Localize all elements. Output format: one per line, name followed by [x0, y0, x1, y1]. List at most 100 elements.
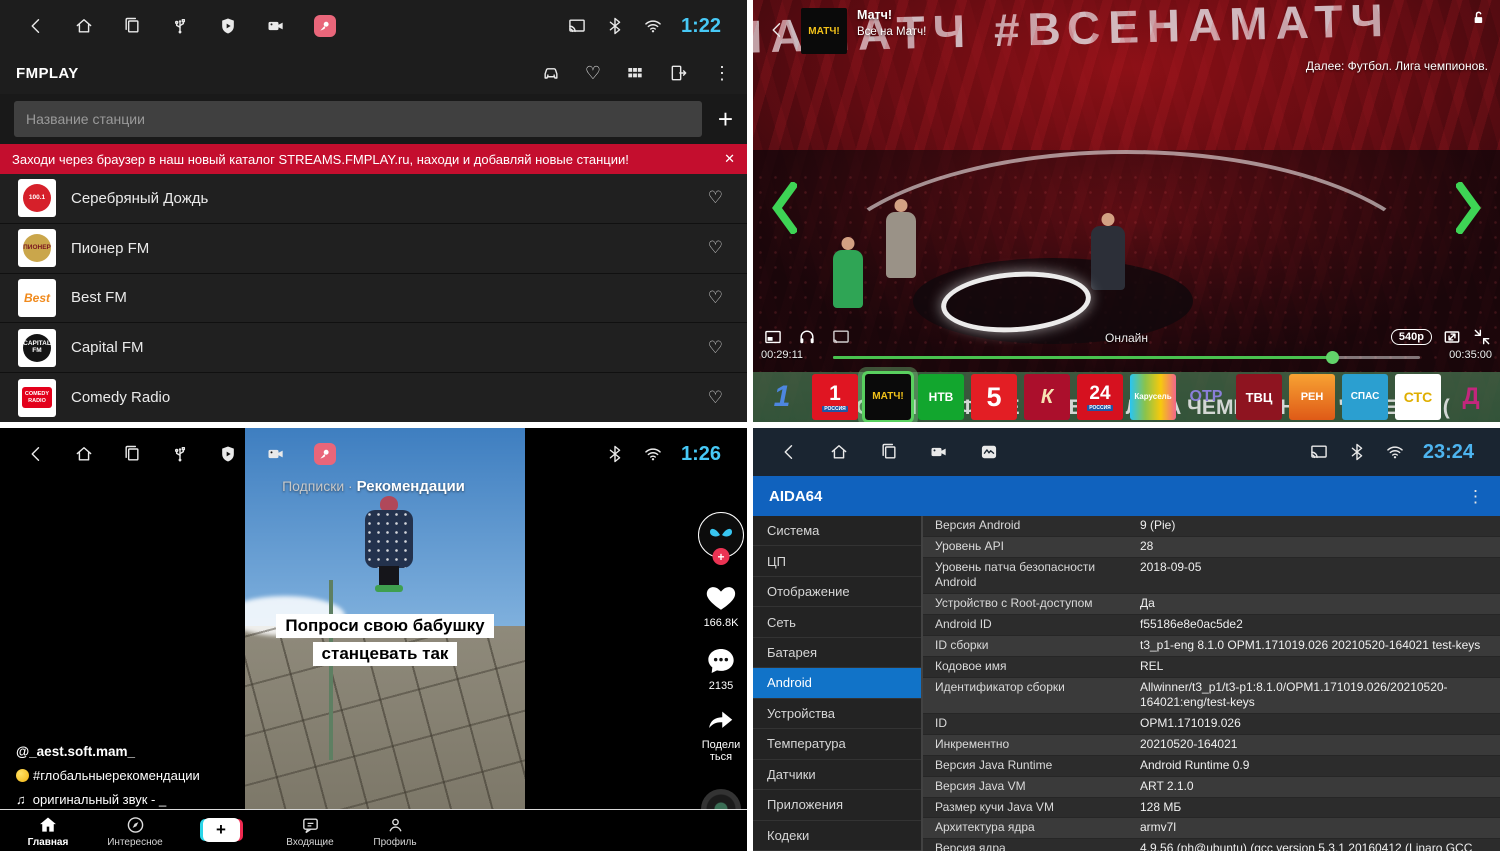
row-label: ID сборки — [935, 638, 1140, 654]
overflow-menu-icon[interactable]: ⋮ — [713, 64, 731, 82]
sidebar-item[interactable]: Сеть — [753, 607, 921, 637]
tab-following[interactable]: Подписки — [282, 478, 344, 494]
hashtag[interactable]: #глобальныерекомендации — [33, 768, 200, 783]
sidebar-item[interactable]: Датчики — [753, 760, 921, 790]
table-row[interactable]: Уровень API 28 — [923, 537, 1500, 558]
channel-tile[interactable]: РЕН — [1289, 374, 1335, 420]
aspect-ratio-icon[interactable] — [1442, 327, 1462, 347]
car-mode-icon[interactable] — [541, 63, 561, 83]
recents-icon[interactable] — [879, 442, 899, 462]
sidebar-item[interactable]: Температура — [753, 729, 921, 759]
table-row[interactable]: Версия Java VM ART 2.1.0 — [923, 777, 1500, 798]
comment-icon[interactable] — [704, 645, 738, 677]
recents-icon[interactable] — [122, 16, 142, 36]
channel-tile[interactable]: 5 — [971, 374, 1017, 420]
station-search-input[interactable]: Название станции — [14, 101, 702, 137]
nav-home[interactable]: Главная — [10, 815, 86, 848]
exit-icon[interactable] — [669, 63, 689, 83]
sidebar-item[interactable]: Отображение — [753, 577, 921, 607]
collapse-icon[interactable] — [1472, 327, 1492, 347]
sidebar-item[interactable]: Устройства — [753, 699, 921, 729]
table-row[interactable]: Уровень патча безопасности Android 2018-… — [923, 558, 1500, 595]
home-icon[interactable] — [829, 442, 849, 462]
table-row[interactable]: Версия Java Runtime Android Runtime 0.9 — [923, 756, 1500, 777]
seek-knob[interactable] — [1326, 351, 1339, 364]
sidebar-item[interactable]: Батарея — [753, 638, 921, 668]
channel-tile[interactable]: МАТЧ! — [865, 374, 911, 420]
table-row[interactable]: Идентификатор сборки Allwinner/t3_p1/t3-… — [923, 678, 1500, 715]
favorite-heart-icon[interactable]: ♡ — [708, 388, 723, 408]
channel-tile[interactable]: СТС — [1395, 374, 1441, 420]
sidebar-item[interactable]: Система — [753, 516, 921, 546]
screenshot-grid: 1:22 FMPLAY ♡ ⋮ Название станции + Заход… — [0, 0, 1500, 851]
back-icon[interactable] — [779, 442, 799, 462]
sidebar-item[interactable]: Кодеки — [753, 821, 921, 851]
unlock-icon[interactable] — [1468, 8, 1488, 28]
like-icon[interactable] — [703, 580, 739, 614]
channel-tile[interactable]: 24 РОССИЯ — [1077, 374, 1123, 420]
seek-bar[interactable] — [833, 356, 1420, 359]
grid-view-icon[interactable] — [625, 63, 645, 83]
favorite-heart-icon[interactable]: ♡ — [708, 338, 723, 358]
statusbar: 23:24 — [753, 428, 1500, 476]
caption-block: @_aest.soft.mam_ #глобальныерекомендации… — [16, 744, 200, 807]
table-row[interactable]: Размер кучи Java VM 128 МБ — [923, 798, 1500, 819]
station-row[interactable]: COMEDY RADIO Comedy Radio ♡ — [0, 373, 747, 422]
channel-tile[interactable]: Д — [1448, 374, 1494, 420]
table-row[interactable]: Версия Android 9 (Pie) — [923, 516, 1500, 537]
channel-tile[interactable]: 1 РОССИЯ — [812, 374, 858, 420]
sidebar-item[interactable]: ЦП — [753, 546, 921, 576]
station-row[interactable]: 100.1 Серебряный Дождь ♡ — [0, 174, 747, 223]
nav-discover[interactable]: Интересное — [97, 815, 173, 848]
channel-tile[interactable]: СПАС — [1342, 374, 1388, 420]
channel-tile[interactable]: К — [1024, 374, 1070, 420]
next-channel-chevron[interactable] — [1456, 182, 1482, 234]
nav-create[interactable]: + — [183, 818, 259, 842]
channel-tile[interactable]: 1 — [759, 374, 805, 420]
table-row[interactable]: Android ID f55186e8e0ac5de2 — [923, 615, 1500, 636]
sidebar-item[interactable]: Android — [753, 668, 921, 698]
table-row[interactable]: ID сборки t3_p1-eng 8.1.0 OPM1.171019.02… — [923, 636, 1500, 657]
quality-badge[interactable]: 540p — [1391, 329, 1432, 345]
overflow-menu-icon[interactable]: ⋮ — [1467, 488, 1484, 505]
sound-title[interactable]: оригинальный звук - _ — [33, 792, 166, 807]
table-row[interactable]: Кодовое имя REL — [923, 657, 1500, 678]
sidebar-item[interactable]: Приложения — [753, 790, 921, 820]
nav-inbox[interactable]: Входящие — [272, 815, 348, 848]
table-row[interactable]: Инкрементно 20210520-164021 — [923, 735, 1500, 756]
station-row[interactable]: CAPITAL FM Capital FM ♡ — [0, 323, 747, 372]
table-row[interactable]: ID OPM1.171019.026 — [923, 714, 1500, 735]
favorite-heart-icon[interactable]: ♡ — [708, 238, 723, 258]
row-label: Инкрементно — [935, 737, 1140, 753]
presenter-male-right — [1091, 226, 1125, 290]
creator-avatar[interactable]: + — [698, 512, 744, 558]
table-row[interactable]: Архитектура ядра armv7l — [923, 818, 1500, 839]
prev-channel-chevron[interactable] — [771, 182, 797, 234]
channel-tile[interactable]: НТВ — [918, 374, 964, 420]
channel-tile[interactable]: ТВЦ — [1236, 374, 1282, 420]
home-icon[interactable] — [74, 444, 94, 464]
recents-icon[interactable] — [122, 444, 142, 464]
username[interactable]: @_aest.soft.mam_ — [16, 744, 200, 759]
share-icon[interactable] — [704, 706, 738, 736]
table-row[interactable]: Устройство с Root-доступом Да — [923, 594, 1500, 615]
tab-for-you[interactable]: Рекомендации — [357, 478, 465, 495]
cleaner-app-icon — [314, 443, 336, 465]
time-elapsed: 00:29:11 — [761, 349, 803, 361]
favorite-heart-icon[interactable]: ♡ — [708, 288, 723, 308]
channel-tile[interactable]: ОТР — [1183, 374, 1229, 420]
channel-tile[interactable]: Карусель — [1130, 374, 1176, 420]
table-row[interactable]: Версия ядра 4.9.56 (ph@ubuntu) (gcc vers… — [923, 839, 1500, 851]
nav-profile[interactable]: Профиль — [357, 815, 433, 848]
add-station-button[interactable]: + — [718, 106, 733, 132]
station-row[interactable]: Best Best FM ♡ — [0, 274, 747, 323]
favorites-icon[interactable]: ♡ — [585, 64, 601, 82]
station-row[interactable]: ПИОНЕР Пионер FM ♡ — [0, 224, 747, 273]
back-icon[interactable] — [26, 16, 46, 36]
back-icon[interactable] — [767, 20, 787, 40]
follow-button[interactable]: + — [713, 548, 730, 565]
favorite-heart-icon[interactable]: ♡ — [708, 188, 723, 208]
home-icon[interactable] — [74, 16, 94, 36]
back-icon[interactable] — [26, 444, 46, 464]
banner-close-icon[interactable]: ✕ — [724, 151, 735, 167]
